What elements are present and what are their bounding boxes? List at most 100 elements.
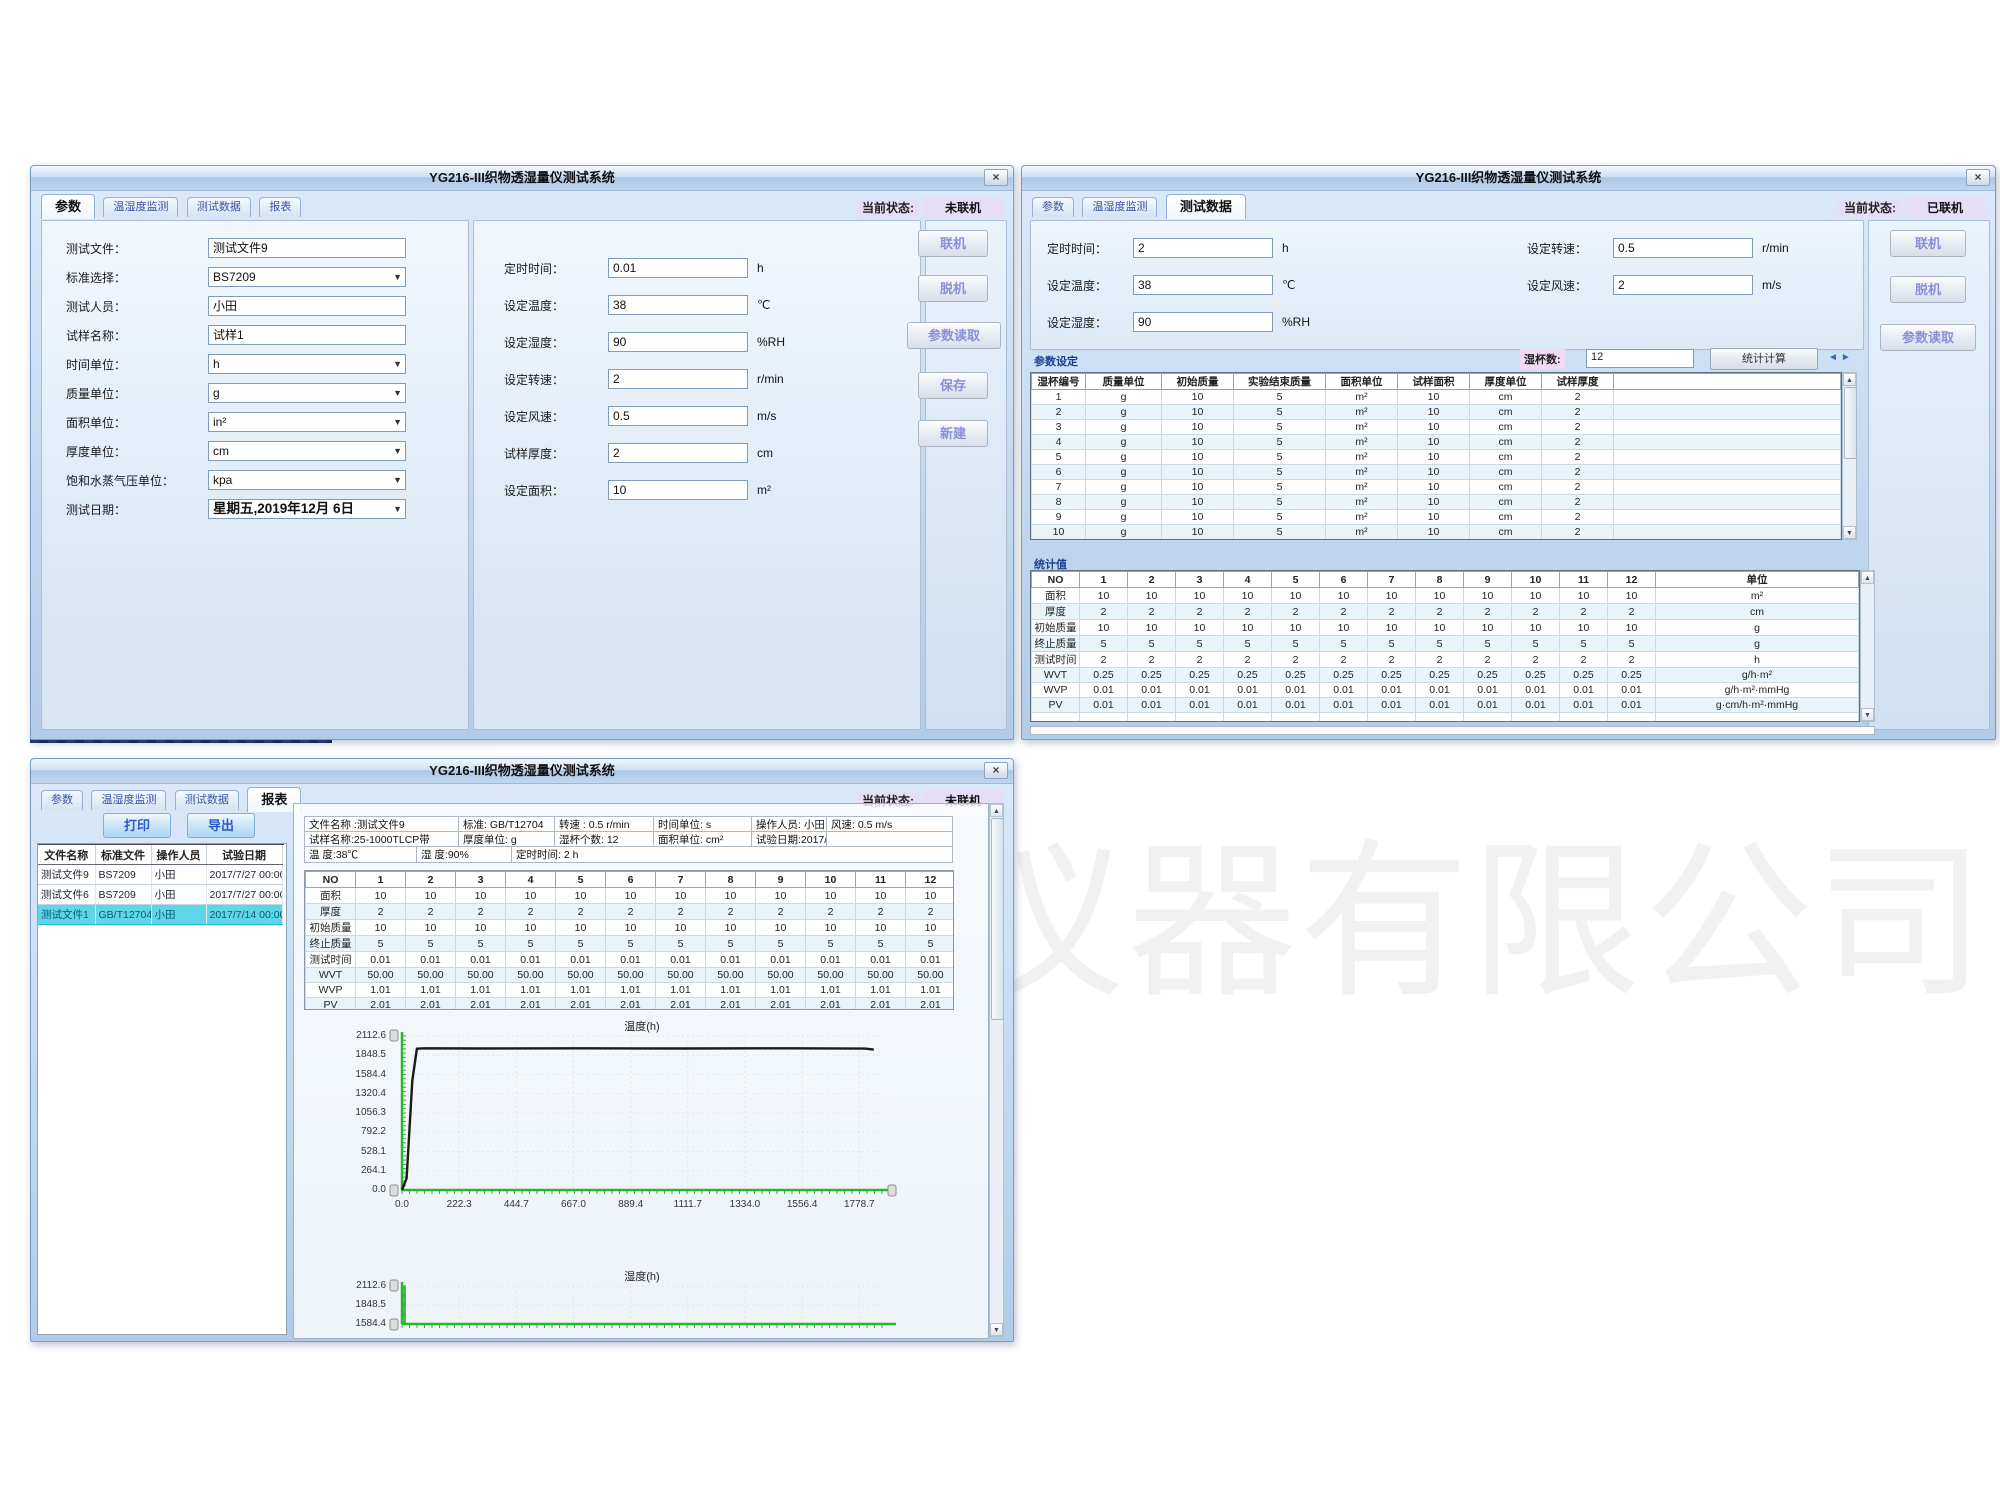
title-bar[interactable]: YG216-III织物透湿量仪测试系统 × <box>31 166 1013 191</box>
table-row[interactable]: 厚度222222222222cm <box>1032 604 1859 620</box>
close-icon[interactable]: × <box>984 762 1008 779</box>
close-icon[interactable]: × <box>1966 169 1990 186</box>
table-row[interactable]: 温 度:38℃湿 度:90%定时时间: 2 h <box>305 847 955 863</box>
table-row[interactable]: 测试文件6BS7209小田2017/7/27 00:00 <box>38 885 284 905</box>
set-humidity-input[interactable]: 90 <box>1133 312 1273 332</box>
table-row[interactable]: 初始质量101010101010101010101010 <box>306 920 955 936</box>
save-button[interactable]: 保存 <box>918 372 988 399</box>
table-row[interactable]: 测试文件1GB/T12704小田2017/7/14 00:00 <box>38 905 284 925</box>
table-row[interactable]: 8g105m²10cm2 <box>1032 495 1841 510</box>
tab-test-data[interactable]: 测试数据 <box>187 197 251 217</box>
tab-test-data[interactable]: 测试数据 <box>1166 194 1246 219</box>
sample-thickness-input[interactable]: 2 <box>608 443 748 463</box>
set-area-input[interactable]: 10 <box>608 480 748 500</box>
test-date-select[interactable]: 星期五,2019年12月 6日▼ <box>208 499 406 519</box>
tab-temp-humidity-monitor[interactable]: 温湿度监测 <box>91 790 166 810</box>
table-row[interactable]: 2g105m²10cm2 <box>1032 405 1841 420</box>
table-row[interactable]: 1g105m²10cm2 <box>1032 390 1841 405</box>
table-row[interactable]: PV0.010.010.010.010.010.010.010.010.010.… <box>1032 698 1859 713</box>
pager-left-icon[interactable]: ◄ <box>1828 352 1841 363</box>
scroll-down-icon[interactable]: ▼ <box>1843 526 1856 539</box>
tab-parameters[interactable]: 参数 <box>41 194 95 219</box>
scroll-thumb[interactable] <box>991 818 1004 1020</box>
mass-unit-select[interactable]: g▼ <box>208 383 406 403</box>
read-params-button[interactable]: 参数读取 <box>907 322 1001 349</box>
connect-button[interactable]: 联机 <box>1890 230 1966 257</box>
status-label: 当前状态: <box>856 199 920 217</box>
tab-test-data[interactable]: 测试数据 <box>175 790 239 810</box>
test-file-input[interactable]: 测试文件9 <box>208 238 406 258</box>
set-temperature-input[interactable]: 38 <box>1133 275 1273 295</box>
table-row[interactable]: 终止质量555555555555g <box>1032 636 1859 652</box>
scroll-up-icon[interactable]: ▲ <box>1843 373 1856 386</box>
close-icon[interactable]: × <box>984 169 1008 186</box>
thickness-unit-select[interactable]: cm▼ <box>208 441 406 461</box>
table-row[interactable]: 测试时间222222222222h <box>1032 652 1859 668</box>
set-humidity-input[interactable]: 90 <box>608 332 748 352</box>
set-wind-unit: m/s <box>757 409 776 423</box>
tab-parameters[interactable]: 参数 <box>1032 197 1074 217</box>
table-row[interactable]: 6g105m²10cm2 <box>1032 465 1841 480</box>
table-row[interactable]: 4g105m²10cm2 <box>1032 435 1841 450</box>
set-wind-input[interactable]: 0.5 <box>608 406 748 426</box>
statistics-calc-button[interactable]: 统计计算 <box>1710 348 1818 370</box>
disconnect-button[interactable]: 脱机 <box>1890 276 1966 303</box>
export-button[interactable]: 导出 <box>187 813 255 838</box>
table-row[interactable]: 10g105m²10cm2 <box>1032 525 1841 540</box>
horizontal-scroll-track[interactable] <box>1030 726 1875 735</box>
scroll-down-icon[interactable]: ▼ <box>990 1323 1003 1336</box>
time-unit-select[interactable]: h▼ <box>208 354 406 374</box>
tester-input[interactable]: 小田 <box>208 296 406 316</box>
set-speed-input[interactable]: 0.5 <box>1613 238 1753 258</box>
table-row[interactable]: 厚度222222222222 <box>306 904 955 920</box>
timer-time-input[interactable]: 0.01 <box>608 258 748 278</box>
table-row[interactable]: 3g105m²10cm2 <box>1032 420 1841 435</box>
param-table-scrollbar[interactable]: ▲ ▼ <box>1842 372 1857 540</box>
report-scrollbar[interactable]: ▲ ▼ <box>989 803 1004 1337</box>
table-row[interactable]: 面积101010101010101010101010m² <box>1032 588 1859 604</box>
pager-right-icon[interactable]: ► <box>1841 352 1854 363</box>
stats-table-scrollbar[interactable]: ▲ ▼ <box>1860 570 1875 722</box>
title-bar[interactable]: YG216-III织物透湿量仪测试系统 × <box>31 759 1013 784</box>
table-row[interactable]: 初始质量101010101010101010101010g <box>1032 620 1859 636</box>
title-bar[interactable]: YG216-III织物透湿量仪测试系统 × <box>1022 166 1995 191</box>
table-row[interactable]: 9g105m²10cm2 <box>1032 510 1841 525</box>
scroll-up-icon[interactable]: ▲ <box>1861 571 1874 584</box>
disconnect-button[interactable]: 脱机 <box>918 275 988 302</box>
sample-name-input[interactable]: 试样1 <box>208 325 406 345</box>
scroll-thumb[interactable] <box>1844 387 1857 459</box>
scroll-down-icon[interactable]: ▼ <box>1861 708 1874 721</box>
table-row[interactable]: WVT50.0050.0050.0050.0050.0050.0050.0050… <box>306 968 955 983</box>
connect-button[interactable]: 联机 <box>918 230 988 257</box>
table-row[interactable]: WVP1.011.011.011.011.011.011.011.011.011… <box>306 983 955 998</box>
table-row[interactable]: 5g105m²10cm2 <box>1032 450 1841 465</box>
param-setting-table[interactable]: 湿杯编号质量单位初始质量实验结束质量面积单位试样面积厚度单位试样厚度1g105m… <box>1030 372 1842 540</box>
tab-temp-humidity-monitor[interactable]: 温湿度监测 <box>103 197 178 217</box>
print-button[interactable]: 打印 <box>103 813 171 838</box>
cup-count-input[interactable]: 12 <box>1586 349 1694 368</box>
vapor-pressure-unit-select[interactable]: kpa▼ <box>208 470 406 490</box>
table-row[interactable]: WVT0.250.250.250.250.250.250.250.250.250… <box>1032 668 1859 683</box>
scroll-up-icon[interactable]: ▲ <box>990 804 1003 817</box>
tab-temp-humidity-monitor[interactable]: 温湿度监测 <box>1082 197 1157 217</box>
table-row[interactable]: 测试文件9BS7209小田2017/7/27 00:00 <box>38 865 284 885</box>
file-list-table[interactable]: 文件名称标准文件操作人员试验日期测试文件9BS7209小田2017/7/27 0… <box>38 844 284 925</box>
set-temperature-input[interactable]: 38 <box>608 295 748 315</box>
tab-parameters[interactable]: 参数 <box>41 790 83 810</box>
set-wind-input[interactable]: 2 <box>1613 275 1753 295</box>
table-row[interactable]: 终止质量555555555555 <box>306 936 955 952</box>
set-speed-input[interactable]: 2 <box>608 369 748 389</box>
pager-arrows[interactable]: ◄► <box>1828 352 1854 363</box>
table-row[interactable]: 面积101010101010101010101010 <box>306 888 955 904</box>
tab-report[interactable]: 报表 <box>259 197 301 217</box>
area-unit-select[interactable]: in²▼ <box>208 412 406 432</box>
table-row[interactable]: PV2.012.012.012.012.012.012.012.012.012.… <box>306 998 955 1011</box>
table-row[interactable] <box>1032 713 1859 723</box>
read-params-button[interactable]: 参数读取 <box>1880 324 1976 351</box>
table-row[interactable]: 7g105m²10cm2 <box>1032 480 1841 495</box>
new-button[interactable]: 新建 <box>918 420 988 447</box>
standard-select-select[interactable]: BS7209▼ <box>208 267 406 287</box>
table-row[interactable]: 测试时间0.010.010.010.010.010.010.010.010.01… <box>306 952 955 968</box>
timer-time-input[interactable]: 2 <box>1133 238 1273 258</box>
table-row[interactable]: WVP0.010.010.010.010.010.010.010.010.010… <box>1032 683 1859 698</box>
